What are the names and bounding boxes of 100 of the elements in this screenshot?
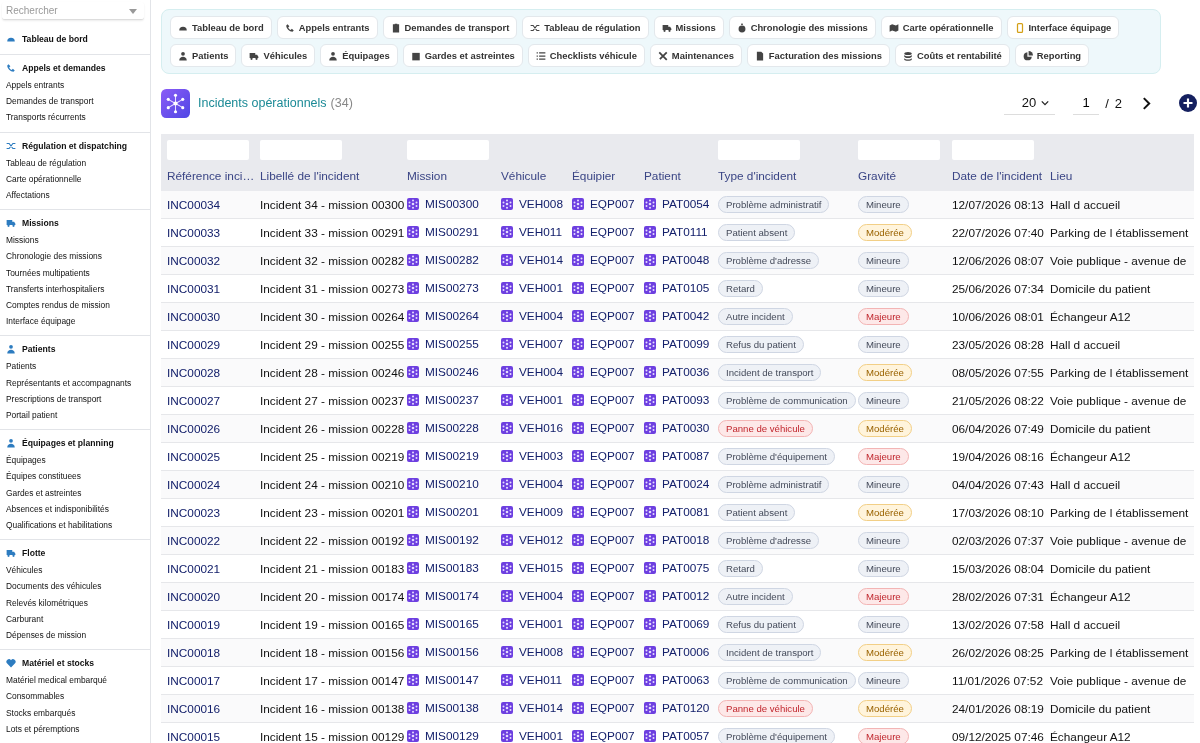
record-link[interactable]: MIS00147 [425, 672, 479, 687]
record-link[interactable]: EQP007 [590, 448, 635, 463]
sidebar-item[interactable]: Transferts interhospitaliers [6, 280, 144, 298]
sidebar-item[interactable]: Stocks embarqués [6, 704, 144, 721]
record-link[interactable]: PAT0099 [662, 336, 710, 351]
sidebar-item[interactable]: Relevés kilométriques [6, 594, 144, 611]
sidebar-item[interactable]: Portail patient [6, 407, 144, 424]
nav-tab[interactable]: Appels entrants [276, 16, 378, 39]
nav-tab[interactable]: Véhicules [241, 44, 316, 67]
sidebar-item[interactable]: Dépenses de mission [6, 627, 144, 644]
record-link[interactable]: EQP007 [590, 392, 635, 407]
nav-tab[interactable]: Facturation des missions [746, 44, 890, 67]
record-link[interactable]: EQP007 [590, 504, 635, 519]
sidebar-item[interactable]: Gardes et astreintes [6, 484, 144, 501]
record-link[interactable]: PAT0087 [662, 448, 710, 463]
sidebar-item[interactable]: Consommables [6, 688, 144, 705]
section-title[interactable]: Flotte [22, 548, 46, 559]
page-size-select[interactable]: 20 [1003, 91, 1056, 115]
section-title[interactable]: Appels et demandes [22, 63, 106, 73]
record-link[interactable]: MIS00201 [425, 504, 479, 519]
record-link[interactable]: MIS00183 [425, 560, 479, 575]
nav-tab[interactable]: Checklists véhicule [527, 44, 645, 67]
nav-tab[interactable]: Demandes de transport [382, 16, 518, 39]
column-header[interactable]: Gravité [858, 169, 897, 183]
record-link[interactable]: EQP007 [590, 336, 635, 351]
section-title[interactable]: Patients [22, 344, 56, 355]
sidebar-item[interactable]: Comptes rendus de mission [6, 297, 144, 314]
nav-tab[interactable]: Gardes et astreintes [402, 44, 523, 67]
record-link[interactable]: MIS00219 [425, 448, 479, 463]
sidebar-item[interactable]: Véhicules [6, 562, 144, 579]
sidebar-item[interactable]: Appels entrants [6, 77, 144, 94]
record-link[interactable]: MIS00291 [425, 224, 479, 239]
record-link[interactable]: MIS00255 [425, 336, 479, 351]
record-link[interactable]: PAT0081 [662, 504, 710, 519]
record-link[interactable]: VEH009 [519, 504, 563, 519]
reference-link[interactable]: INC00023 [167, 505, 221, 520]
nav-tab[interactable]: Tableau de régulation [522, 16, 649, 39]
record-link[interactable]: PAT0093 [662, 392, 710, 407]
sidebar-item[interactable]: Qualifications et habilitations [6, 517, 144, 534]
record-link[interactable]: PAT0075 [662, 560, 710, 575]
sidebar-item[interactable]: Tournées multipatients [6, 264, 144, 281]
record-link[interactable]: EQP007 [590, 560, 635, 575]
sidebar-item[interactable]: Carburant [6, 610, 144, 628]
record-link[interactable]: VEH015 [519, 560, 563, 575]
record-link[interactable]: EQP007 [590, 280, 635, 295]
section-title[interactable]: Matériel et stocks [22, 658, 95, 669]
reference-link[interactable]: INC00029 [167, 337, 221, 352]
nav-tab[interactable]: Interface équipage [1006, 16, 1120, 39]
nav-tab[interactable]: Chronologie des missions [728, 16, 876, 39]
section-title[interactable]: Tableau de bord [22, 34, 88, 44]
sidebar-item[interactable]: Demandes de transport [6, 93, 144, 110]
reference-link[interactable]: INC00019 [167, 617, 221, 632]
nav-tab[interactable]: Équipages [320, 44, 398, 67]
nav-tab[interactable]: Patients [170, 44, 237, 67]
sidebar-item[interactable]: Absences et indisponibilités [6, 500, 144, 518]
record-link[interactable]: VEH011 [519, 224, 563, 239]
section-title[interactable]: Missions [22, 218, 59, 229]
nav-tab[interactable]: Missions [653, 16, 724, 39]
sidebar-item[interactable]: Documents des véhicules [6, 578, 144, 595]
record-link[interactable]: VEH001 [519, 616, 563, 631]
record-link[interactable]: PAT0069 [662, 616, 710, 631]
record-link[interactable]: EQP007 [590, 672, 635, 687]
record-link[interactable]: VEH003 [519, 448, 563, 463]
sidebar-item[interactable]: Lots et péremptions [6, 720, 144, 738]
sidebar-item[interactable]: Transports récurrents [6, 109, 144, 126]
sidebar-item[interactable]: Patients [6, 358, 144, 375]
sidebar-item[interactable]: Interface équipage [6, 313, 144, 330]
record-link[interactable]: VEH007 [519, 336, 563, 351]
record-link[interactable]: PAT0111 [662, 224, 708, 239]
search-field[interactable]: Rechercher [2, 2, 144, 20]
reference-link[interactable]: INC00021 [167, 561, 221, 576]
record-link[interactable]: PAT0063 [662, 672, 710, 687]
reference-link[interactable]: INC00031 [167, 281, 221, 296]
reference-link[interactable]: INC00015 [167, 729, 221, 743]
section-title[interactable]: Régulation et dispatching [22, 140, 128, 151]
nav-tab[interactable]: Carte opérationnelle [880, 16, 1002, 39]
column-header[interactable]: Mission [407, 169, 447, 183]
record-link[interactable]: EQP007 [590, 224, 635, 239]
sidebar-item[interactable]: Matériel medical embarqué [6, 672, 144, 689]
record-link[interactable]: MIS00165 [425, 616, 479, 631]
section-title[interactable]: Équipages et planning [22, 438, 114, 449]
nav-tab[interactable]: Tableau de bord [170, 16, 272, 39]
sidebar-item[interactable]: Chronologie des missions [6, 248, 144, 265]
sidebar-item[interactable]: Missions [6, 232, 144, 249]
nav-tab[interactable]: Maintenances [649, 44, 742, 67]
column-header[interactable]: Lieu [1050, 169, 1073, 183]
sidebar-item[interactable]: Carte opérationnelle [6, 170, 144, 187]
reference-link[interactable]: INC00027 [167, 393, 221, 408]
sidebar-item[interactable]: Prescriptions de transport [6, 390, 144, 408]
record-link[interactable]: VEH001 [519, 392, 563, 407]
reference-link[interactable]: INC00033 [167, 225, 221, 240]
record-link[interactable]: MIS00273 [425, 280, 479, 295]
record-link[interactable]: VEH001 [519, 280, 563, 295]
record-link[interactable]: MIS00237 [425, 392, 479, 407]
sidebar-item[interactable]: Tableau de régulation [6, 154, 144, 171]
sidebar-item[interactable]: Équipages [6, 452, 144, 469]
reference-link[interactable]: INC00017 [167, 673, 221, 688]
sidebar-item[interactable]: Représentants et accompagnants [6, 374, 144, 391]
record-link[interactable]: PAT0105 [662, 280, 710, 295]
record-link[interactable]: EQP007 [590, 616, 635, 631]
